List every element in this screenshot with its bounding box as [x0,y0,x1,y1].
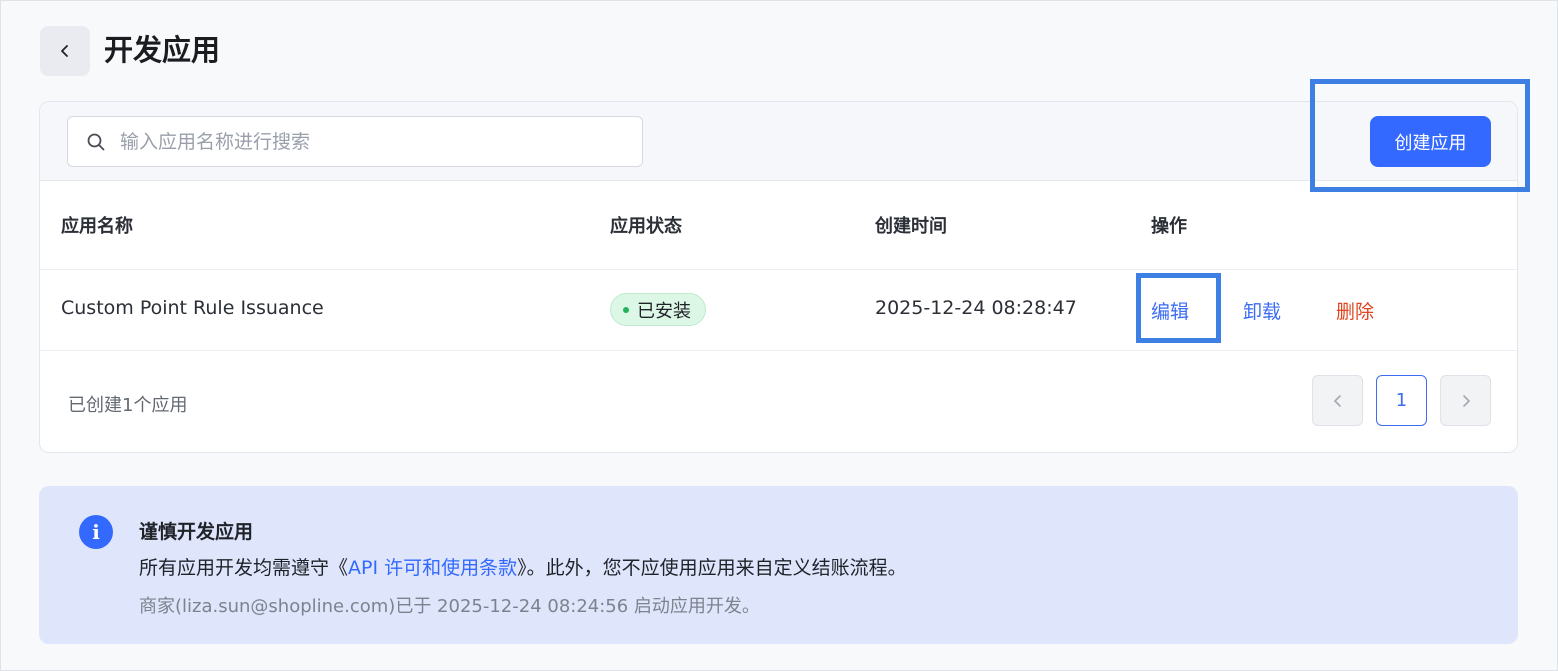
delete-button[interactable]: 删除 [1336,297,1374,324]
uninstall-button[interactable]: 卸载 [1243,297,1281,324]
status-dot-icon [623,306,629,313]
search-input[interactable] [120,130,620,153]
edit-button[interactable]: 编辑 [1151,297,1189,324]
divider [40,350,1517,351]
app-count: 已创建1个应用 [68,395,188,416]
caution-notice: i 谨慎开发应用 所有应用开发均需遵守《API 许可和使用条款》。此外，您不应使… [39,486,1518,644]
notice-title: 谨慎开发应用 [139,521,254,543]
notice-body-suffix: 》。此外，您不应使用应用来自定义结账流程。 [517,557,907,579]
back-button[interactable] [40,26,90,76]
column-header-actions: 操作 [1151,216,1187,237]
search-icon [87,133,105,150]
search-box[interactable] [67,116,643,167]
column-header-created: 创建时间 [875,216,947,237]
api-terms-link[interactable]: API 许可和使用条款 [348,557,517,579]
page-button-1[interactable]: 1 [1376,375,1427,426]
status-badge: 已安装 [610,293,706,326]
divider [40,269,1517,270]
column-header-status: 应用状态 [610,216,682,237]
page-title: 开发应用 [104,33,221,67]
app-name: Custom Point Rule Issuance [61,297,324,319]
notice-body: 所有应用开发均需遵守《API 许可和使用条款》。此外，您不应使用应用来自定义结账… [139,553,907,580]
page: 开发应用 创建应用 应用名称 应用状态 创建时间 操作 Custom Point… [0,0,1558,671]
notice-meta: 商家(liza.sun@shopline.com)已于 2025-12-24 0… [139,596,760,617]
prev-page-button[interactable] [1312,375,1363,426]
chevron-right-icon [1462,394,1470,407]
column-header-name: 应用名称 [61,216,133,237]
chevron-left-icon [1333,394,1341,407]
create-app-button[interactable]: 创建应用 [1370,116,1491,167]
notice-body-prefix: 所有应用开发均需遵守《 [139,557,349,579]
next-page-button[interactable] [1440,375,1491,426]
apps-card: 创建应用 应用名称 应用状态 创建时间 操作 Custom Point Rule… [39,101,1518,453]
info-icon: i [79,515,113,549]
toolbar: 创建应用 [40,102,1517,181]
chevron-left-icon [61,45,68,57]
created-time: 2025-12-24 08:28:47 [875,297,1077,319]
status-label: 已安装 [637,300,691,322]
